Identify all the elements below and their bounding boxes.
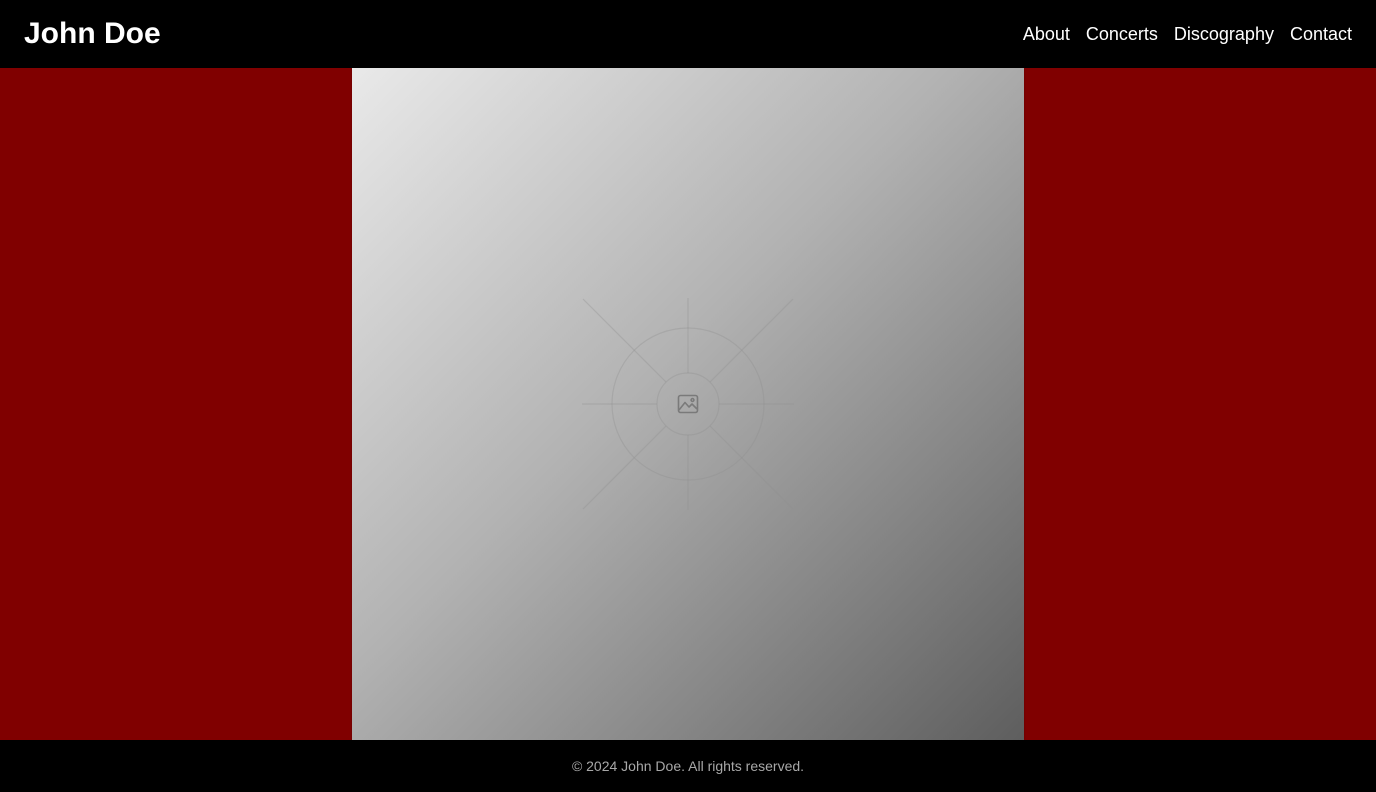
main-content	[0, 68, 1376, 740]
image-placeholder-graphic	[582, 298, 794, 510]
nav-link-contact[interactable]: Contact	[1290, 20, 1352, 48]
main-nav: About Concerts Discography Contact	[1023, 20, 1352, 48]
site-footer: © 2024 John Doe. All rights reserved.	[0, 740, 1376, 792]
nav-link-concerts[interactable]: Concerts	[1086, 20, 1158, 48]
nav-link-discography[interactable]: Discography	[1174, 20, 1274, 48]
site-title[interactable]: John Doe	[24, 14, 161, 54]
hero-image-placeholder	[352, 68, 1024, 740]
image-icon	[677, 394, 699, 414]
nav-link-about[interactable]: About	[1023, 20, 1070, 48]
copyright-text: © 2024 John Doe. All rights reserved.	[571, 758, 805, 774]
site-header: John Doe About Concerts Discography Cont…	[0, 0, 1376, 68]
